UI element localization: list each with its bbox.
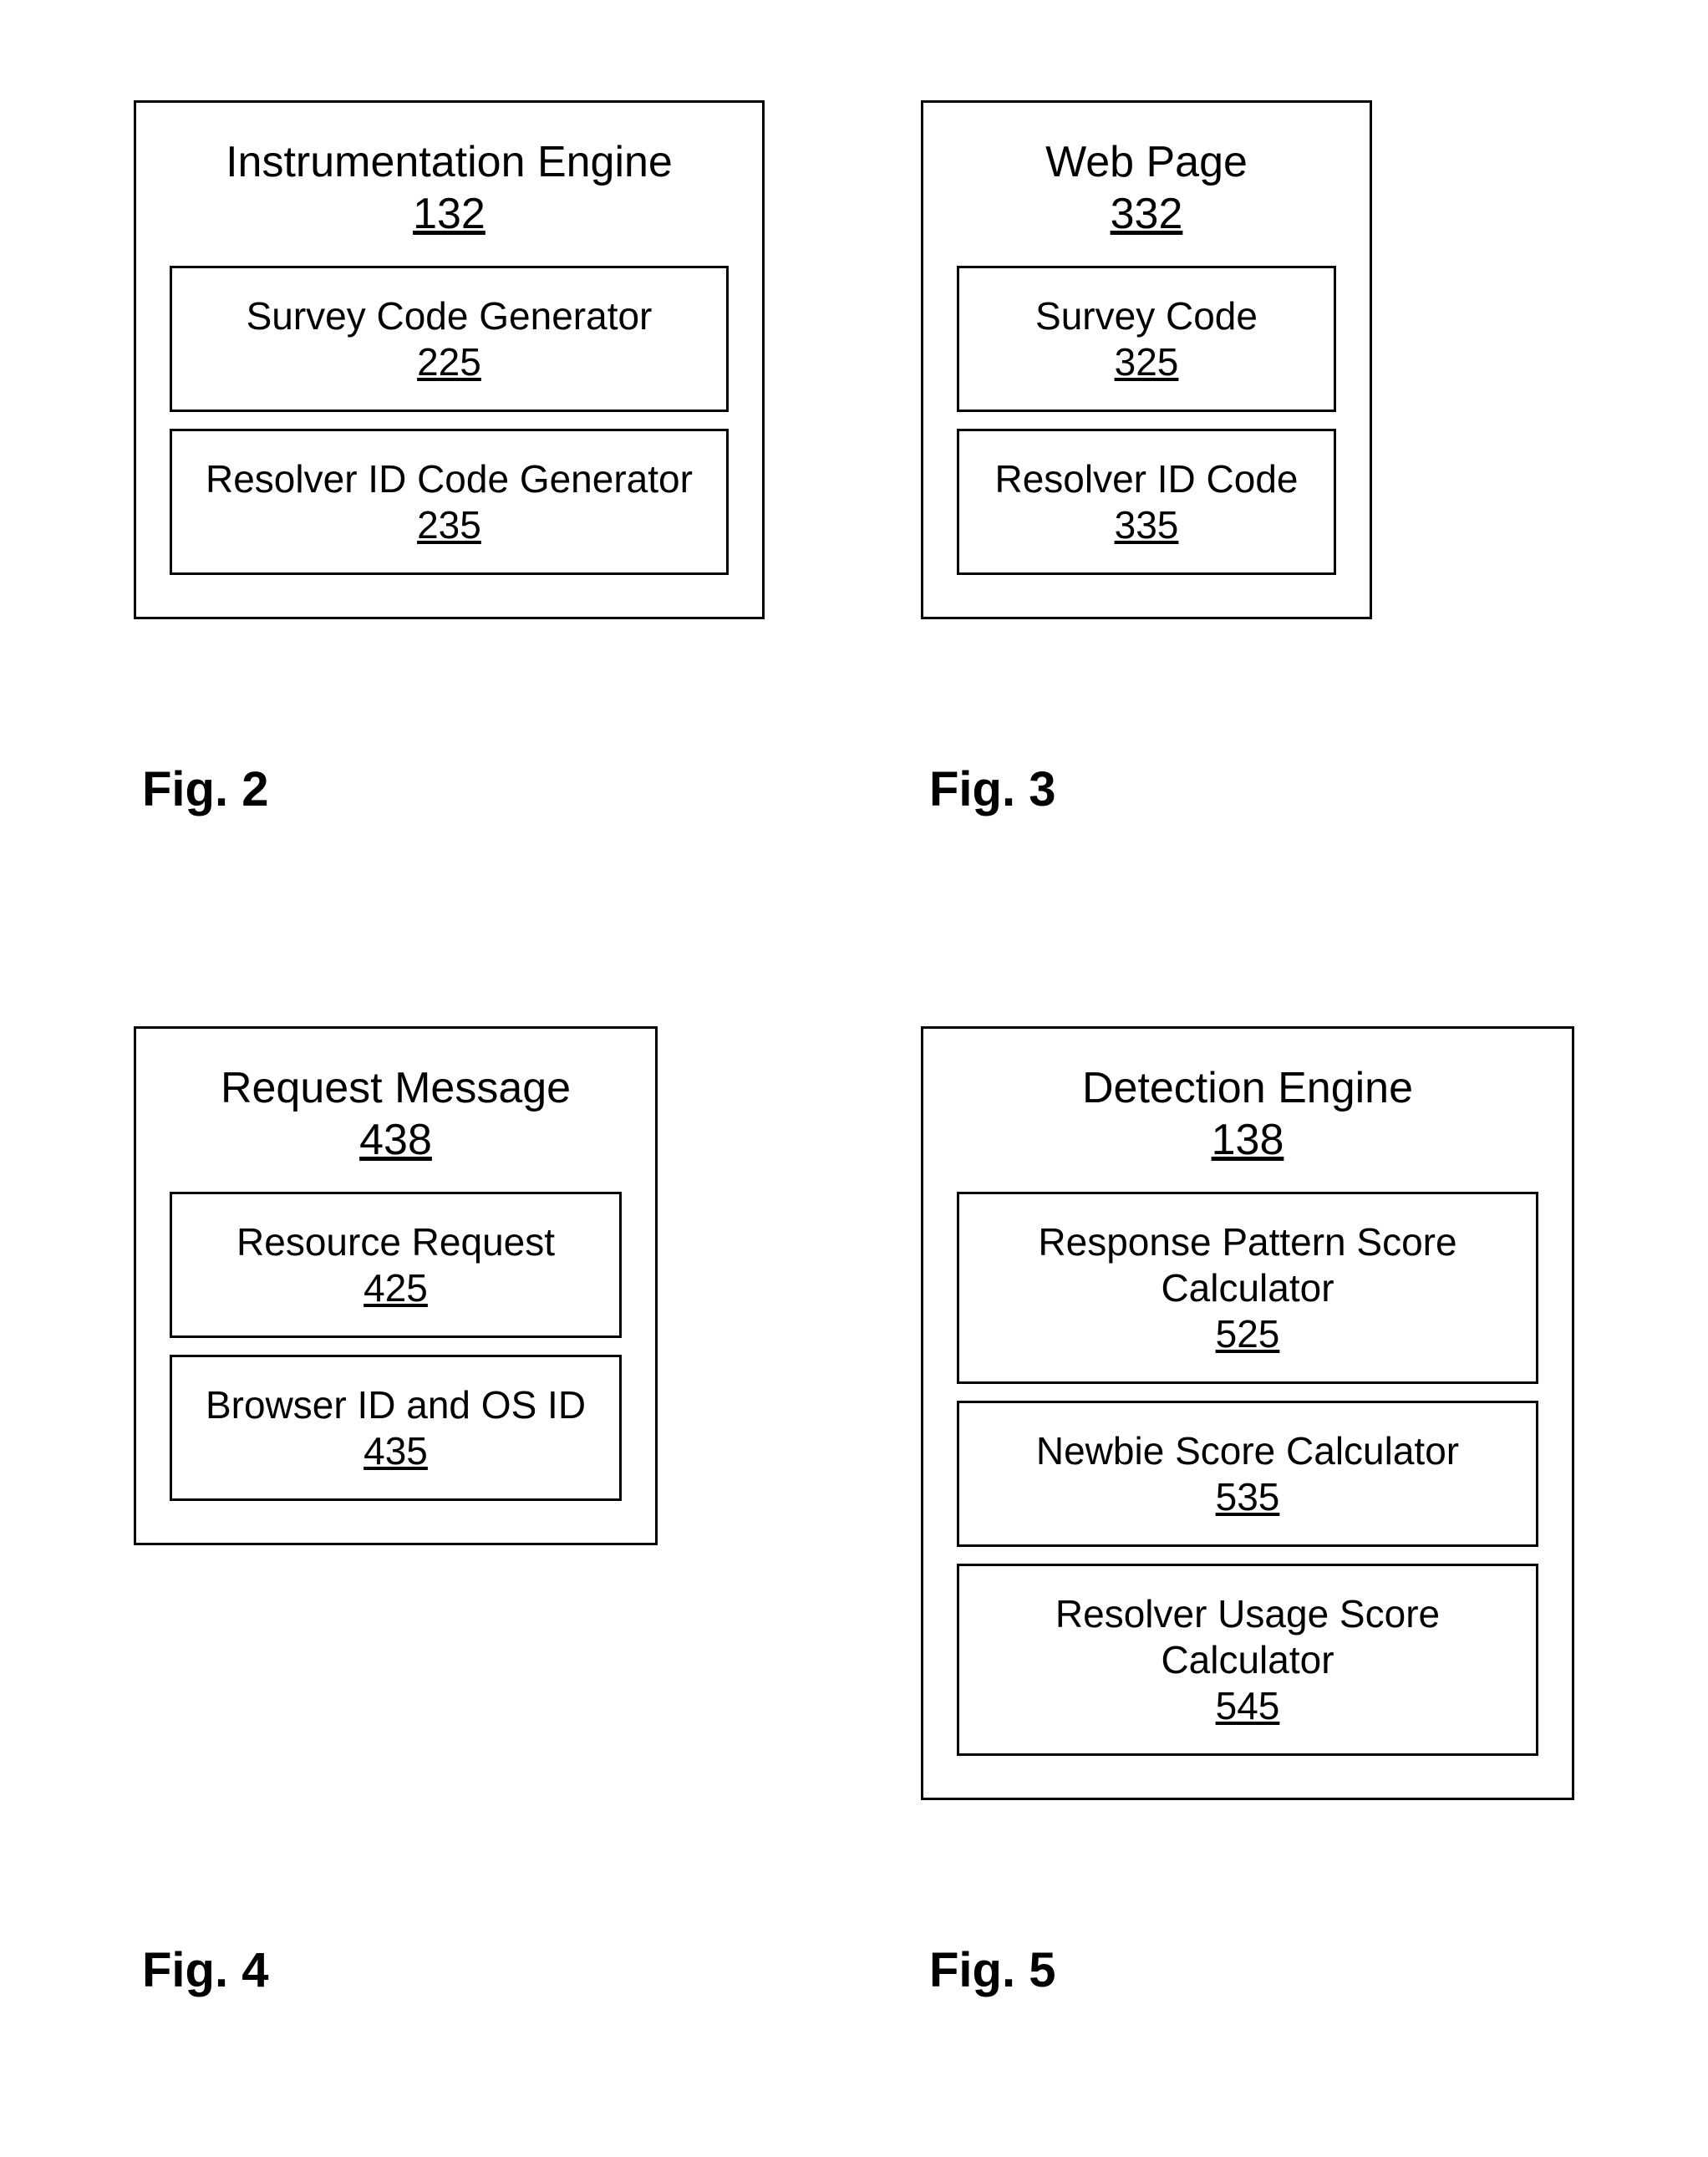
fig2-label-area: Fig. 2 — [67, 728, 854, 943]
fig2-inner2-box: Resolver ID Code Generator 235 — [170, 429, 729, 575]
fig2-label: Fig. 2 — [134, 761, 854, 817]
fig5-inner2-box: Newbie Score Calculator 535 — [957, 1401, 1538, 1547]
fig5-inner3-box: Resolver Usage Score Calculator 545 — [957, 1564, 1538, 1756]
fig4-outer-title: Request Message 438 — [170, 1062, 622, 1167]
fig2-outer-title: Instrumentation Engine 132 — [170, 136, 729, 241]
fig3-inner2-box: Resolver ID Code 335 — [957, 429, 1336, 575]
fig3-outer-box: Web Page 332 Survey Code 325 Resolver ID… — [921, 100, 1372, 619]
fig5-label-area: Fig. 5 — [854, 1909, 1641, 2107]
fig2-outer-box: Instrumentation Engine 132 Survey Code G… — [134, 100, 765, 619]
fig3-label: Fig. 3 — [921, 761, 1641, 817]
fig2-inner1-box: Survey Code Generator 225 — [170, 266, 729, 412]
fig4-label: Fig. 4 — [134, 1942, 854, 1998]
fig5-inner1-box: Response Pattern Score Calculator 525 — [957, 1192, 1538, 1384]
fig3-inner1-box: Survey Code 325 — [957, 266, 1336, 412]
fig4-inner1-box: Resource Request 425 — [170, 1192, 622, 1338]
fig4-label-area: Fig. 4 — [67, 1909, 854, 2107]
fig5-outer-box: Detection Engine 138 Response Pattern Sc… — [921, 1026, 1574, 1801]
fig4-outer-box: Request Message 438 Resource Request 425… — [134, 1026, 658, 1545]
fig5-label: Fig. 5 — [921, 1942, 1641, 1998]
fig5-outer-title: Detection Engine 138 — [957, 1062, 1538, 1167]
fig4-inner2-box: Browser ID and OS ID 435 — [170, 1355, 622, 1501]
fig3-outer-title: Web Page 332 — [957, 136, 1336, 241]
fig3-label-area: Fig. 3 — [854, 728, 1641, 943]
